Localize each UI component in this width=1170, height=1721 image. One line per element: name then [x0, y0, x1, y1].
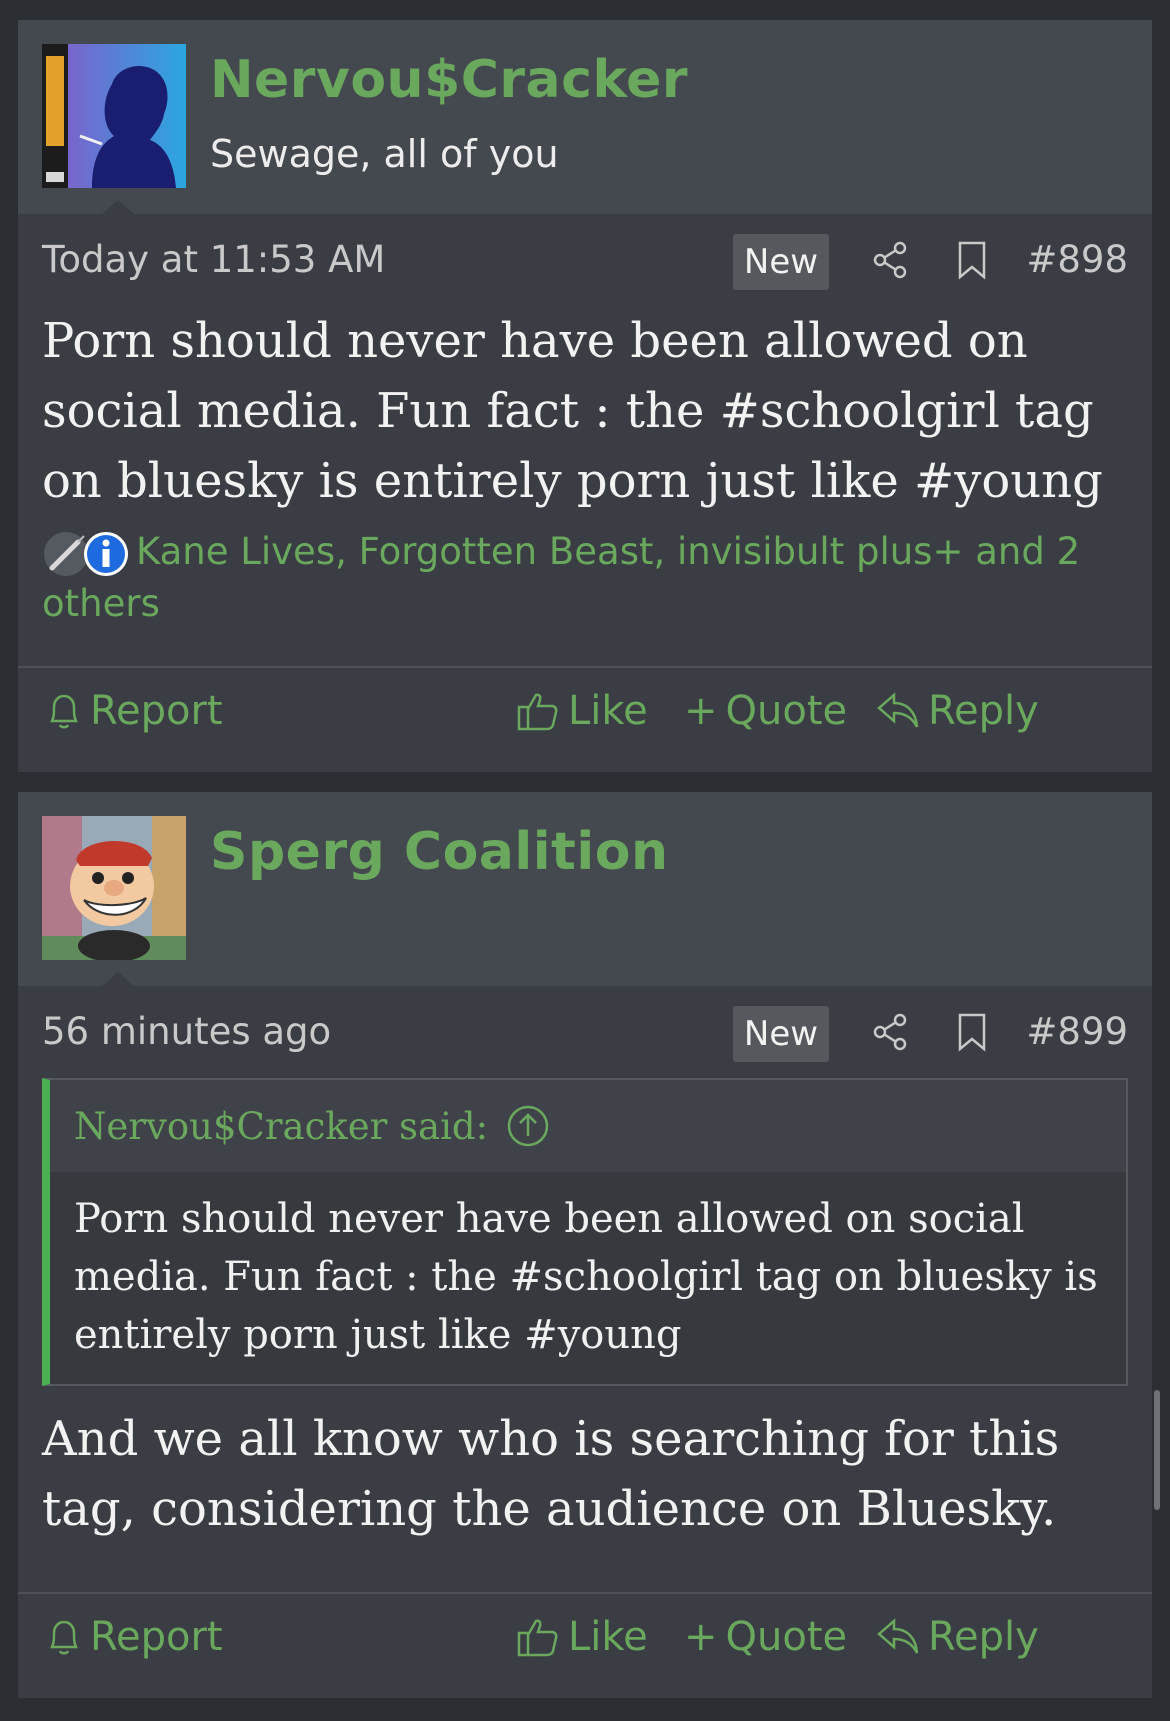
bookmark-icon[interactable] [956, 240, 988, 284]
reply-button[interactable]: Reply [876, 1614, 1039, 1660]
share-icon[interactable] [870, 240, 910, 284]
report-button[interactable]: Report [46, 1614, 223, 1660]
quote-label: Quote [725, 688, 848, 734]
quote-attribution[interactable]: Nervou$Cracker said: [74, 1105, 488, 1148]
reactions-bar[interactable]: Kane Lives, Forgotten Beast, invisibult … [18, 516, 1152, 630]
like-button[interactable]: Like [516, 1614, 648, 1660]
post-number[interactable]: #899 [1026, 1010, 1128, 1053]
post-actions: Report Like + Quote Reply [18, 1592, 1152, 1698]
plus-icon: + [684, 1614, 718, 1660]
post-timestamp[interactable]: Today at 11:53 AM [42, 238, 385, 281]
report-label: Report [90, 1614, 223, 1660]
reply-label: Reply [928, 688, 1039, 734]
share-icon[interactable] [870, 1012, 910, 1056]
like-label: Like [568, 688, 648, 734]
reactions-text[interactable]: Kane Lives, Forgotten Beast, invisibult … [42, 530, 1080, 625]
bell-icon [49, 694, 79, 729]
quote-button[interactable]: + Quote [684, 688, 847, 734]
post-meta: Today at 11:53 AM New #898 [18, 214, 1152, 306]
new-badge: New [733, 1006, 829, 1062]
plus-icon: + [684, 688, 718, 734]
username[interactable]: Nervou$Cracker [210, 50, 688, 110]
like-button[interactable]: Like [516, 688, 648, 734]
post-898: Nervou$Cracker Sewage, all of you Today … [18, 20, 1152, 772]
scrollbar[interactable] [1154, 1390, 1160, 1510]
thumbs-up-icon [517, 693, 558, 731]
thumbs-up-icon [517, 1619, 558, 1657]
reply-arrow-icon [877, 692, 919, 728]
quote-block: Nervou$Cracker said: Porn should never h… [42, 1078, 1128, 1386]
quote-header[interactable]: Nervou$Cracker said: [50, 1080, 1126, 1172]
post-meta: 56 minutes ago New #899 [18, 986, 1152, 1078]
quote-label: Quote [725, 1614, 848, 1660]
reply-button[interactable]: Reply [876, 688, 1039, 734]
report-button[interactable]: Report [46, 688, 223, 734]
post-actions: Report Like + Quote Reply [18, 666, 1152, 772]
post-timestamp[interactable]: 56 minutes ago [42, 1010, 331, 1053]
bookmark-icon[interactable] [956, 1012, 988, 1056]
arrow-up-circle-icon[interactable] [506, 1104, 550, 1148]
post-header: Nervou$Cracker Sewage, all of you [18, 20, 1152, 214]
post-header: Sperg Coalition [18, 792, 1152, 986]
new-badge: New [733, 234, 829, 290]
reply-label: Reply [928, 1614, 1039, 1660]
quote-text: Porn should never have been allowed on s… [74, 1196, 1098, 1358]
username[interactable]: Sperg Coalition [210, 822, 668, 882]
avatar[interactable] [42, 816, 186, 960]
bell-icon [49, 1620, 79, 1655]
quote-button[interactable]: + Quote [684, 1614, 847, 1660]
header-pointer [102, 972, 134, 986]
report-label: Report [90, 688, 223, 734]
like-label: Like [568, 1614, 648, 1660]
user-title: Sewage, all of you [210, 132, 559, 176]
reaction-icons [42, 526, 136, 578]
post-body: And we all know who is searching for thi… [42, 1411, 1060, 1537]
post-number[interactable]: #898 [1026, 238, 1128, 281]
post-body: Porn should never have been allowed on s… [42, 313, 1103, 509]
info-icon [82, 530, 130, 592]
post-899: Sperg Coalition 56 minutes ago New #899 … [18, 792, 1152, 1698]
reply-arrow-icon [877, 1618, 919, 1654]
avatar[interactable] [42, 44, 186, 188]
header-pointer [102, 200, 134, 214]
